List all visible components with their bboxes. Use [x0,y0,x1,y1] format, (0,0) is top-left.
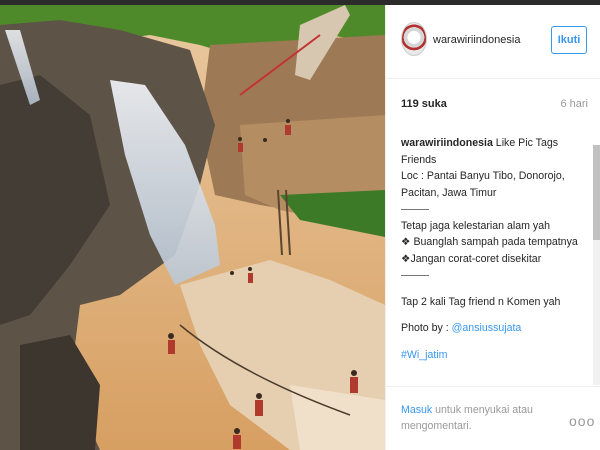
photo-by-label: Photo by : [401,322,452,334]
caption-intro: warawiriindonesia Like Pic Tags Friends [401,135,579,168]
post-time[interactable]: 6 hari [560,98,588,110]
caption-keep: Tetap jaga kelestarian alam yah [401,219,550,232]
caption-scrollbar[interactable] [593,145,600,385]
username-link[interactable]: warawiriindonesia [433,34,520,46]
caption-photo-credit: Photo by : @ansiussujata [401,320,579,337]
caption-hashtag-row: #Wi_jatim [401,347,579,364]
caption-line-2: Loc : Pantai Banyu Tibo, Donorojo, Pacit… [401,170,565,199]
photo-by-handle[interactable]: @ansiussujata [452,322,522,334]
caption-author[interactable]: warawiriindonesia [401,137,493,149]
hashtag-link[interactable]: #Wi_jatim [401,349,448,361]
caption-divider-2 [401,267,579,284]
post-footer: Masuk untuk menyukai atau mengomentari. … [386,386,600,450]
follow-button[interactable]: Ikuti [551,26,587,54]
caption-divider [401,201,579,218]
likes-count[interactable]: 119 suka [401,98,447,110]
login-prompt: Masuk untuk menyukai atau mengomentari. [401,402,541,434]
avatar[interactable] [401,22,427,56]
more-options-icon[interactable]: ooo [569,413,595,429]
post-caption: warawiriindonesia Like Pic Tags Friends … [401,135,579,380]
post-photo[interactable] [0,5,385,450]
scrollbar-thumb[interactable] [593,145,600,240]
caption-graffiti: ❖Jangan corat-coret disekitar [401,252,542,265]
beach-waterfall-photo [0,5,385,450]
caption-tap: Tap 2 kali Tag friend n Komen yah [401,295,561,308]
login-link[interactable]: Masuk [401,404,432,416]
caption-trash: ❖ Buanglah sampah pada tempatnya [401,236,578,248]
post-details-panel: warawiriindonesia Ikuti 119 suka 6 hari … [385,5,600,450]
post-stats: 119 suka 6 hari [401,98,588,118]
post-header: warawiriindonesia Ikuti [386,5,600,79]
